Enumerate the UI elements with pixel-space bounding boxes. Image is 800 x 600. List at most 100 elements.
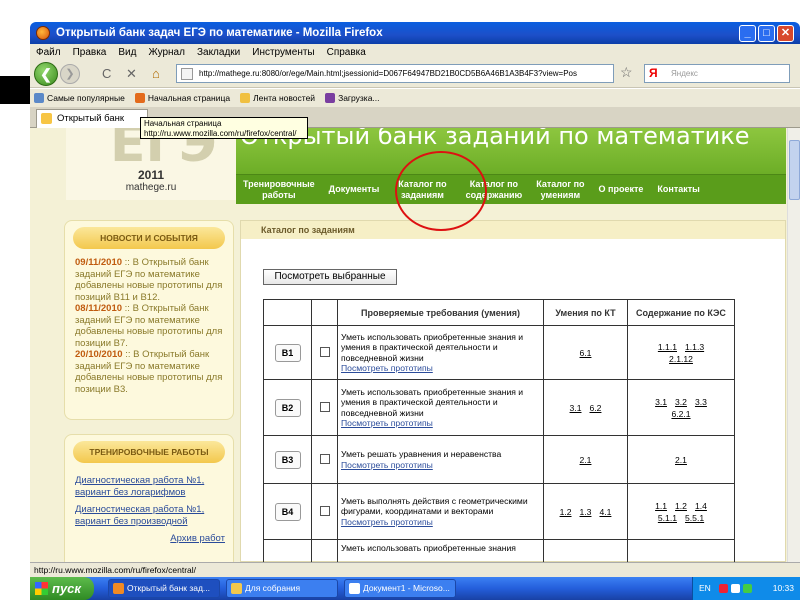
windows-logo-icon (35, 582, 48, 595)
news-item: 20/10/2010 :: В Открытый банк заданий ЕГ… (75, 349, 225, 395)
menu-tools[interactable]: Инструменты (252, 47, 314, 58)
task-code-button[interactable]: B1 (274, 343, 301, 362)
bookmarks-toolbar: Самые популярные Начальная страница Лент… (30, 89, 800, 107)
kes-link[interactable]: 2.1 (675, 455, 687, 465)
kt-link[interactable]: 2.1 (580, 455, 592, 465)
kt-link[interactable]: 1.3 (580, 507, 592, 517)
kt-link[interactable]: 6.1 (580, 348, 592, 358)
start-button[interactable]: пуск (30, 577, 94, 600)
kes-link[interactable]: 3.1 (655, 397, 667, 407)
menu-bookmarks[interactable]: Закладки (197, 47, 240, 58)
menu-edit[interactable]: Правка (73, 47, 107, 58)
bookmark-item[interactable]: Самые популярные (34, 93, 125, 103)
prototypes-link[interactable]: Посмотреть прототипы (341, 517, 540, 528)
kes-link[interactable]: 6.2.1 (671, 409, 690, 419)
maximize-button[interactable]: □ (758, 25, 775, 42)
bookmark-label: Начальная страница (147, 93, 231, 103)
task-checkbox[interactable] (319, 505, 330, 516)
navigation-toolbar: ❮ ❯ C ✕ ⌂ http://mathege.ru:8080/or/ege/… (30, 60, 800, 88)
nav-catalog-skills[interactable]: Каталог по умениям (529, 179, 591, 201)
menu-bar: Файл Правка Вид Журнал Закладки Инструме… (30, 44, 800, 60)
stop-icon[interactable]: ✕ (126, 66, 137, 82)
taskbar-button-folder[interactable]: Для собрания (226, 579, 338, 598)
address-bar[interactable]: http://mathege.ru:8080/or/ege/Main.html;… (176, 64, 614, 83)
nav-training[interactable]: Тренировочные работы (236, 179, 322, 201)
show-selected-button[interactable]: Посмотреть выбранные (263, 269, 397, 285)
bookmark-item[interactable]: Начальная страница (134, 93, 231, 103)
yandex-icon: Я (649, 66, 658, 80)
tooltip-title: Начальная страница (144, 119, 222, 128)
home-icon[interactable]: ⌂ (152, 66, 160, 81)
kt-link[interactable]: 4.1 (599, 507, 611, 517)
kes-link[interactable]: 2.1.12 (669, 354, 693, 364)
prototypes-link[interactable]: Посмотреть прототипы (341, 363, 540, 374)
menu-view[interactable]: Вид (118, 47, 136, 58)
firefox-icon (113, 583, 124, 594)
training-header: ТРЕНИРОВОЧНЫЕ РАБОТЫ (73, 441, 225, 463)
scrollbar-thumb[interactable] (789, 140, 800, 200)
menu-file[interactable]: Файл (36, 47, 61, 58)
forward-button[interactable]: ❯ (60, 64, 80, 84)
bookmark-item[interactable]: Лента новостей (240, 93, 315, 103)
nav-documents[interactable]: Документы (322, 184, 387, 195)
prototypes-link[interactable]: Посмотреть прототипы (341, 460, 540, 471)
requirement-text: Уметь выполнять действия с геометрически… (341, 495, 528, 517)
tab-active[interactable]: Открытый банк зад... (36, 109, 148, 141)
table-header-row: Проверяемые требования (умения) Умения п… (263, 299, 735, 326)
taskbar-button-firefox[interactable]: Открытый банк зад... (108, 579, 220, 598)
news-date[interactable]: 08/11/2010 (75, 303, 122, 314)
tab-favicon (41, 113, 52, 124)
close-button[interactable]: ✕ (777, 25, 794, 42)
kes-link[interactable]: 1.1.3 (685, 342, 704, 352)
requirement-text: Уметь решать уравнения и неравенства (341, 449, 502, 459)
archive-link[interactable]: Архив работ (75, 533, 225, 545)
training-link[interactable]: Диагностическая работа №1, вариант без л… (75, 475, 225, 498)
menu-help[interactable]: Справка (327, 47, 366, 58)
news-date[interactable]: 09/11/2010 (75, 257, 122, 268)
kes-link[interactable]: 3.2 (675, 397, 687, 407)
task-code-button[interactable]: B3 (274, 450, 301, 469)
minimize-button[interactable]: _ (739, 25, 756, 42)
reload-icon[interactable]: C (102, 66, 111, 81)
kes-link[interactable]: 1.1 (655, 501, 667, 511)
nav-contacts[interactable]: Контакты (650, 184, 706, 195)
task-checkbox[interactable] (319, 401, 330, 412)
kt-link[interactable]: 3.1 (570, 403, 582, 413)
news-date[interactable]: 20/10/2010 (75, 349, 123, 360)
training-link[interactable]: Диагностическая работа №1, вариант без п… (75, 504, 225, 527)
training-list: Диагностическая работа №1, вариант без л… (75, 475, 225, 545)
system-tray: EN 10:33 (692, 577, 800, 600)
taskbar-button-word[interactable]: Документ1 - Microso... (344, 579, 456, 598)
task-checkbox[interactable] (319, 346, 330, 357)
tray-icon[interactable] (719, 584, 728, 593)
nav-about[interactable]: О проекте (592, 184, 651, 195)
tasks-table: Проверяемые требования (умения) Умения п… (263, 299, 735, 562)
kes-link[interactable]: 1.1.1 (658, 342, 677, 352)
vertical-scrollbar[interactable] (787, 128, 800, 562)
kes-link[interactable]: 5.5.1 (685, 513, 704, 523)
bookmark-icon (325, 93, 336, 103)
logo-year: 2011 (137, 168, 165, 182)
tray-icon[interactable] (731, 584, 740, 593)
task-code-button[interactable]: B4 (274, 502, 301, 521)
bookmark-star-icon[interactable]: ☆ (620, 64, 633, 81)
search-input[interactable]: Я Яндекс (644, 64, 790, 83)
kt-link[interactable]: 1.2 (560, 507, 572, 517)
tray-icon[interactable] (743, 584, 752, 593)
news-item: 09/11/2010 :: В Открытый банк заданий ЕГ… (75, 257, 225, 303)
requirement-text: Уметь использовать приобретенные знания … (341, 386, 524, 418)
kes-link[interactable]: 3.3 (695, 397, 707, 407)
kt-link[interactable]: 6.2 (590, 403, 602, 413)
back-button[interactable]: ❮ (34, 62, 58, 86)
task-checkbox[interactable] (319, 453, 330, 464)
bookmark-item[interactable]: Загрузка... (325, 93, 380, 103)
kes-link[interactable]: 5.1.1 (658, 513, 677, 523)
task-code-button[interactable]: B2 (274, 398, 301, 417)
prototypes-link[interactable]: Посмотреть прототипы (341, 418, 540, 429)
menu-history[interactable]: Журнал (148, 47, 185, 58)
site-nav: Тренировочные работы Документы Каталог по… (236, 174, 786, 204)
kes-link[interactable]: 1.4 (695, 501, 707, 511)
kes-link[interactable]: 1.2 (675, 501, 687, 511)
language-indicator[interactable]: EN (699, 577, 711, 600)
catalog-header: Каталог по заданиям (241, 221, 785, 239)
